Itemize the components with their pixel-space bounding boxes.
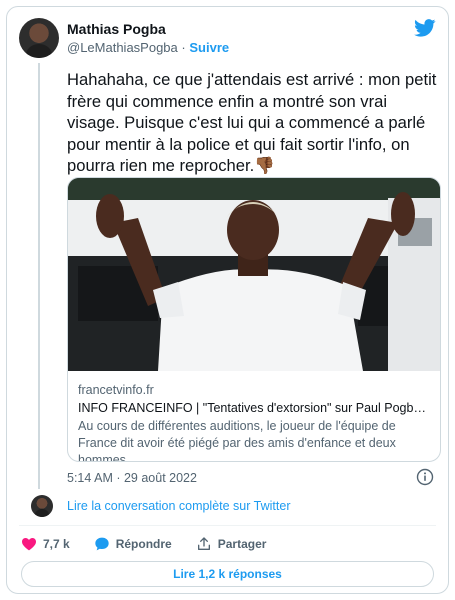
follow-link[interactable]: Suivre bbox=[189, 40, 229, 55]
divider bbox=[19, 525, 436, 526]
like-button[interactable]: 7,7 k bbox=[21, 536, 70, 552]
thread-line bbox=[38, 63, 40, 489]
tweet-body: Hahahaha, ce que j'attendais est arrivé … bbox=[67, 70, 437, 175]
reply-bubble-icon bbox=[95, 537, 109, 551]
article-photo bbox=[68, 178, 440, 371]
share-label: Partager bbox=[217, 537, 267, 551]
reply-label: Répondre bbox=[115, 537, 172, 551]
read-replies-label: Lire 1,2 k réponses bbox=[173, 567, 282, 581]
action-bar: 7,7 k Répondre Partager bbox=[21, 535, 290, 553]
handle-separator: · bbox=[181, 40, 186, 55]
tweet-timestamp[interactable]: 5:14 AM · 29 août 2022 bbox=[67, 471, 197, 485]
author-handle[interactable]: @LeMathiasPogba bbox=[67, 40, 178, 55]
thumbs-down-emoji: 👎🏾 bbox=[254, 156, 275, 175]
author-name[interactable]: Mathias Pogba bbox=[67, 21, 166, 37]
tweet-text: Hahahaha, ce que j'attendais est arrivé … bbox=[67, 69, 441, 177]
read-conversation-link[interactable]: Lire la conversation complète sur Twitte… bbox=[67, 499, 290, 513]
share-button[interactable]: Partager bbox=[196, 536, 267, 552]
author-avatar[interactable] bbox=[19, 18, 59, 58]
embedded-tweet-card: Mathias Pogba @LeMathiasPogba · Suivre H… bbox=[6, 6, 449, 594]
share-icon bbox=[197, 537, 210, 550]
heart-icon bbox=[22, 538, 36, 551]
card-description: Au cours de différentes auditions, le jo… bbox=[78, 419, 396, 462]
card-domain: francetvinfo.fr bbox=[78, 383, 154, 397]
info-icon[interactable] bbox=[416, 468, 434, 486]
conversation-avatar[interactable] bbox=[31, 495, 53, 517]
author-handle-row: @LeMathiasPogba · Suivre bbox=[67, 40, 229, 55]
like-count: 7,7 k bbox=[43, 537, 70, 551]
link-preview-card[interactable]: francetvinfo.fr INFO FRANCEINFO | "Tenta… bbox=[67, 177, 441, 462]
read-replies-button[interactable]: Lire 1,2 k réponses bbox=[21, 561, 434, 587]
twitter-bird-icon[interactable] bbox=[414, 19, 436, 37]
reply-button[interactable]: Répondre bbox=[94, 536, 172, 552]
card-title[interactable]: INFO FRANCEINFO | "Tentatives d'extorsio… bbox=[78, 401, 432, 415]
